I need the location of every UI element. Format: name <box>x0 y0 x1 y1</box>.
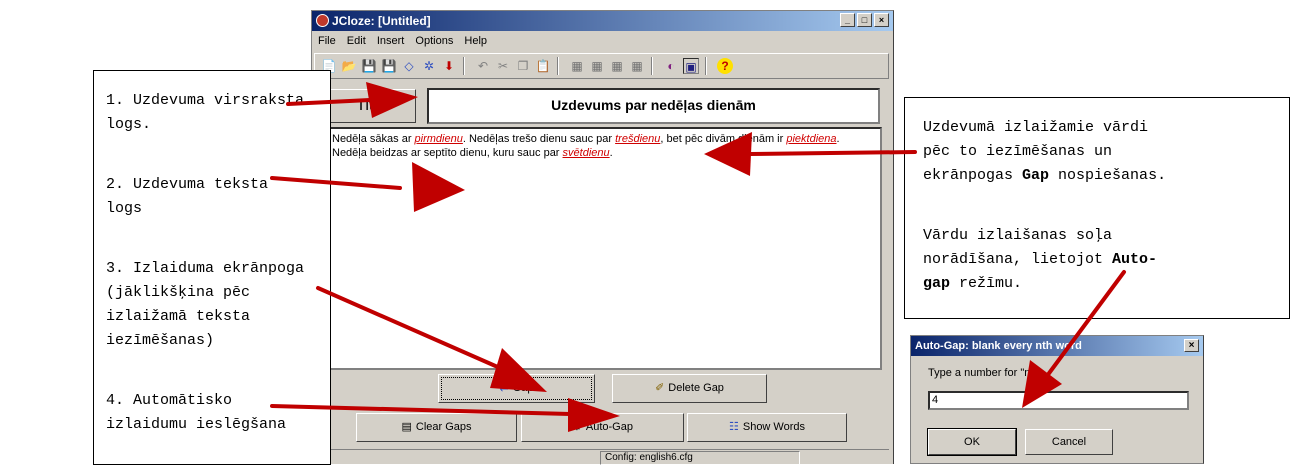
text-segment: , bet pēc divām dienām ir <box>660 133 787 145</box>
auto-gap-button[interactable]: ⚙ Auto-Gap <box>521 413 684 442</box>
dialog-title: Auto-Gap: blank every nth word <box>915 340 1082 352</box>
cancel-button[interactable]: Cancel <box>1025 429 1113 455</box>
copy-icon[interactable]: ❐ <box>515 58 531 74</box>
annotation-auto-gap: 4. Automātisko izlaidumu ieslēgšana <box>106 392 287 433</box>
ok-button[interactable]: OK <box>927 428 1017 456</box>
undo-icon[interactable]: ↶ <box>475 58 491 74</box>
right-annotation-box: Uzdevumā izlaižamie vārdi pēc to iezīmēš… <box>904 97 1290 319</box>
close-button[interactable]: × <box>874 13 889 27</box>
hot-potatoes-icon-3[interactable]: ▦ <box>609 58 625 74</box>
eraser-pen-icon: ✐ <box>655 382 665 394</box>
gap-icon: ⇄ <box>499 382 509 394</box>
annotation-gap-words: Uzdevumā izlaižamie vārdi pēc to iezīmēš… <box>923 116 1166 188</box>
window-title: JCloze: [Untitled] <box>332 14 431 28</box>
toolbar-separator <box>651 57 653 75</box>
hot-potatoes-icon-1[interactable]: ▦ <box>569 58 585 74</box>
show-words-button[interactable]: ☷ Show Words <box>687 413 847 442</box>
toolbar-separator <box>705 57 707 75</box>
menubar: File Edit Insert Options Help <box>312 32 893 51</box>
annotation-text: Vārdu izlaišanas soļa norādīšana, lietoj… <box>923 227 1113 268</box>
eraser-icon[interactable]: ◇ <box>401 58 417 74</box>
gap-button-label: Gap <box>512 382 534 394</box>
auto-gap-dialog: Auto-Gap: blank every nth word × Type a … <box>910 335 1204 464</box>
text-segment: Nedēļa sākas ar <box>332 133 415 145</box>
status-bar: Config: english6.cfg <box>314 449 889 465</box>
annotation-text: nospiešanas. <box>1049 167 1167 184</box>
menu-insert[interactable]: Insert <box>377 35 405 47</box>
annotation-auto-gap-step: Vārdu izlaišanas soļa norādīšana, lietoj… <box>923 224 1157 296</box>
help-icon[interactable]: ? <box>717 58 733 74</box>
text-segment: . Nedēļas trešo dienu sauc par <box>462 133 616 145</box>
delete-gap-button[interactable]: ✐ Delete Gap <box>612 374 767 403</box>
exercise-text-area[interactable]: Nedēļa sākas ar pirmdienu. Nedēļas trešo… <box>326 127 882 370</box>
menu-file[interactable]: File <box>318 35 336 47</box>
toolbar-separator <box>557 57 559 75</box>
menu-options[interactable]: Options <box>415 35 453 47</box>
status-config: Config: english6.cfg <box>600 451 800 465</box>
menu-edit[interactable]: Edit <box>347 35 366 47</box>
text-segment: . <box>609 147 613 159</box>
palette-icon[interactable]: ◐ <box>663 58 679 74</box>
title-field[interactable]: Uzdevums par nedēļas dienām <box>427 88 880 124</box>
gap-word[interactable]: svētdienu <box>563 147 610 159</box>
annotation-text: režīmu. <box>950 275 1023 292</box>
open-folder-icon[interactable]: 📂 <box>341 58 357 74</box>
gap-button[interactable]: ⇄ Gap <box>438 374 595 403</box>
gap-word[interactable]: piektdiena <box>786 133 836 145</box>
save-as-icon[interactable]: 💾 <box>381 58 397 74</box>
masher-icon[interactable]: ▣ <box>683 58 699 74</box>
clear-gaps-button[interactable]: ▤ Clear Gaps <box>356 413 517 442</box>
annotation-gap-button: 3. Izlaiduma ekrānpoga (jāklikšķina pēc … <box>106 260 305 349</box>
delete-gap-label: Delete Gap <box>668 382 724 394</box>
annotation-bold-gap: Gap <box>1022 167 1050 184</box>
clear-gaps-label: Clear Gaps <box>415 421 472 433</box>
toolbar-separator <box>463 57 465 75</box>
gap-word[interactable]: pirmdienu <box>415 133 463 145</box>
paste-icon[interactable]: 📋 <box>535 58 551 74</box>
web-page-icon[interactable]: ✲ <box>421 58 437 74</box>
minimize-button[interactable]: _ <box>840 13 855 27</box>
show-words-icon: ☷ <box>728 421 739 433</box>
dialog-close-button[interactable]: × <box>1184 339 1199 352</box>
export-arrow-icon[interactable]: ⬇ <box>441 58 457 74</box>
app-icon <box>316 14 329 27</box>
show-words-label: Show Words <box>742 421 806 433</box>
annotation-text-window: 2. Uzdevuma teksta logs <box>106 176 269 217</box>
hot-potatoes-icon-4[interactable]: ▦ <box>629 58 645 74</box>
dialog-titlebar[interactable]: Auto-Gap: blank every nth word × <box>911 336 1203 356</box>
toolbar: 📄 📂 💾 💾 ◇ ✲ ⬇ ↶ ✂ ❐ 📋 ▦ ▦ ▦ ▦ ◐ ▣ ? <box>314 53 889 79</box>
n-number-input[interactable]: 4 <box>928 391 1189 410</box>
auto-gap-icon: ⚙ <box>572 421 582 433</box>
cut-icon[interactable]: ✂ <box>495 58 511 74</box>
auto-gap-label: Auto-Gap <box>585 421 633 433</box>
gap-word[interactable]: trešdienu <box>615 133 660 145</box>
annotation-title-window: 1. Uzdevuma virsraksta logs. <box>106 92 305 133</box>
clear-gaps-icon: ▤ <box>401 421 412 433</box>
left-annotation-box: 1. Uzdevuma virsraksta logs. 2. Uzdevuma… <box>93 70 331 465</box>
maximize-button[interactable]: □ <box>857 13 872 27</box>
dialog-prompt-label: Type a number for "n": <box>928 367 1038 379</box>
save-icon[interactable]: 💾 <box>361 58 377 74</box>
window-titlebar[interactable]: JCloze: [Untitled] _ □ × <box>312 11 893 31</box>
menu-help[interactable]: Help <box>464 35 487 47</box>
title-button[interactable]: Title <box>326 89 416 123</box>
jcloze-window: JCloze: [Untitled] _ □ × File Edit Inser… <box>311 10 894 465</box>
hot-potatoes-icon-2[interactable]: ▦ <box>589 58 605 74</box>
